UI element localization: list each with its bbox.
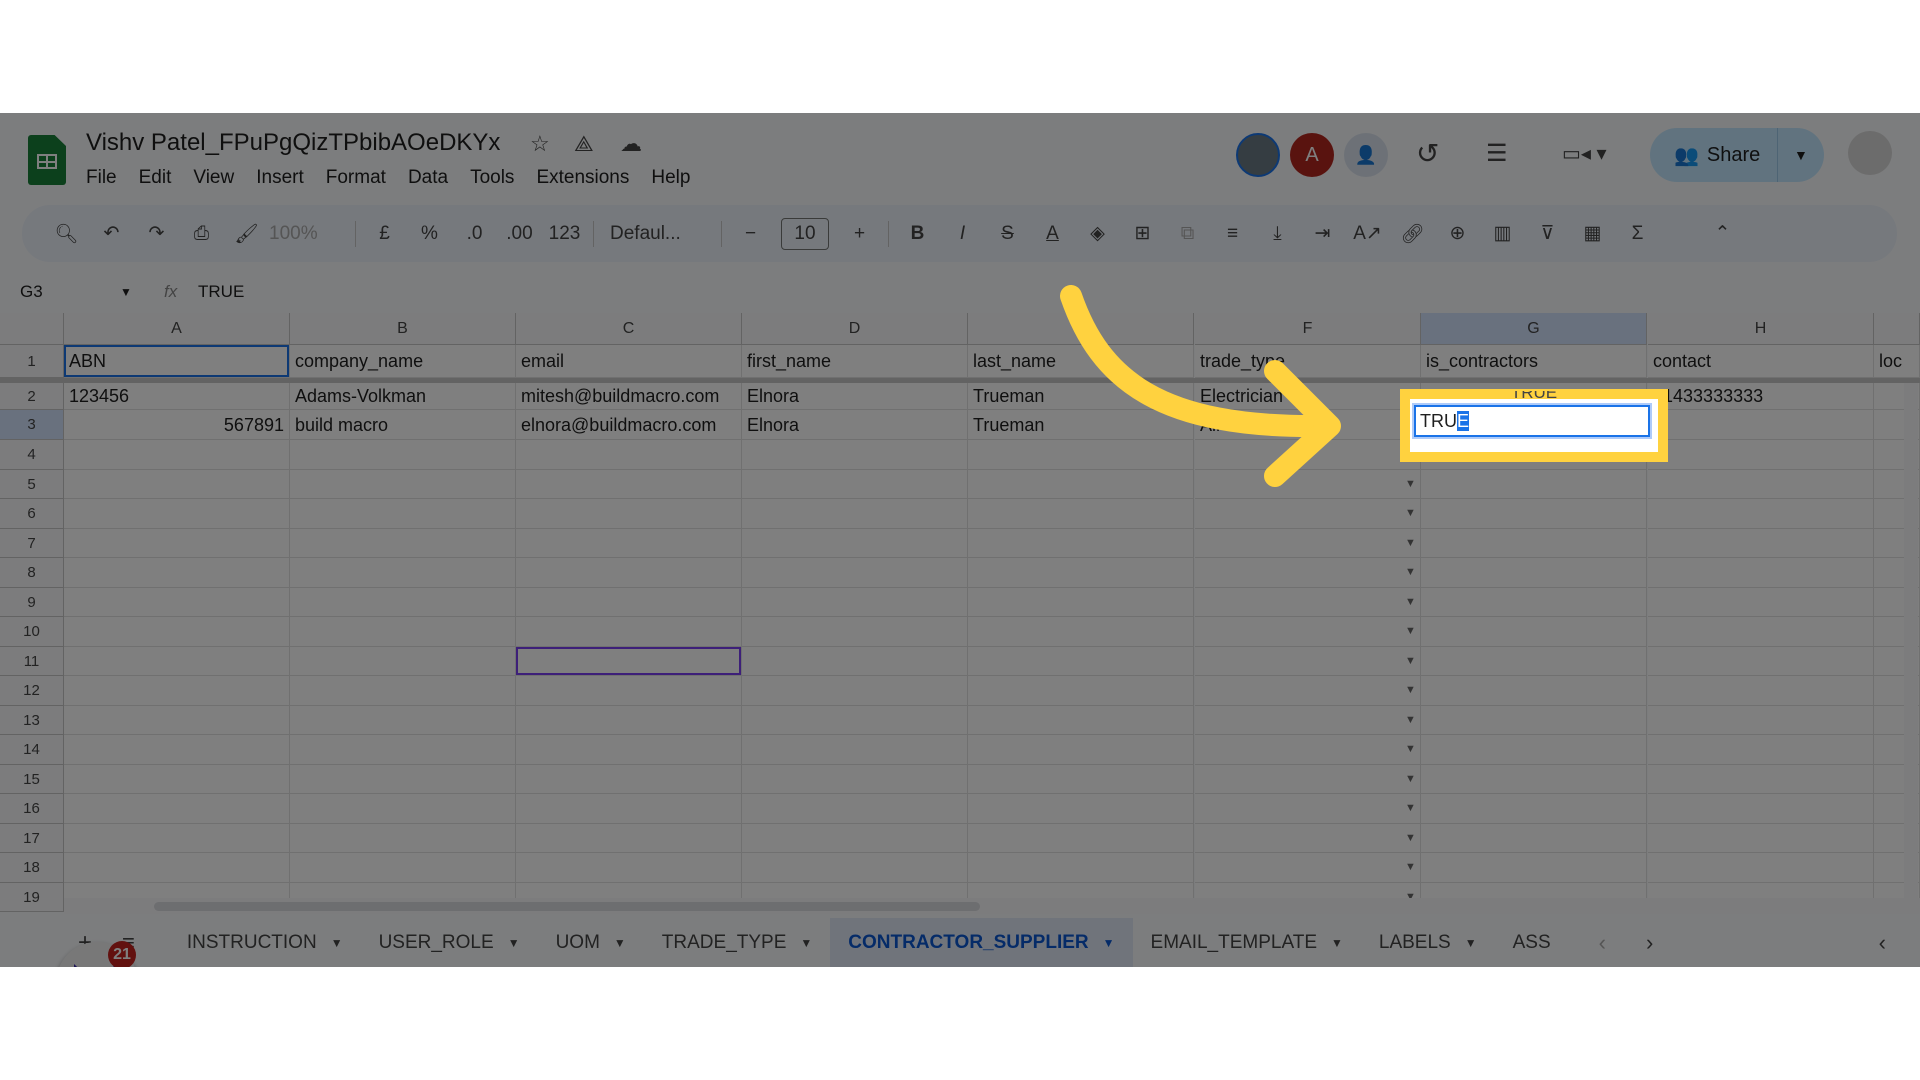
arrow-shaft (1060, 285, 1331, 438)
annotation-arrow (1060, 285, 1341, 487)
